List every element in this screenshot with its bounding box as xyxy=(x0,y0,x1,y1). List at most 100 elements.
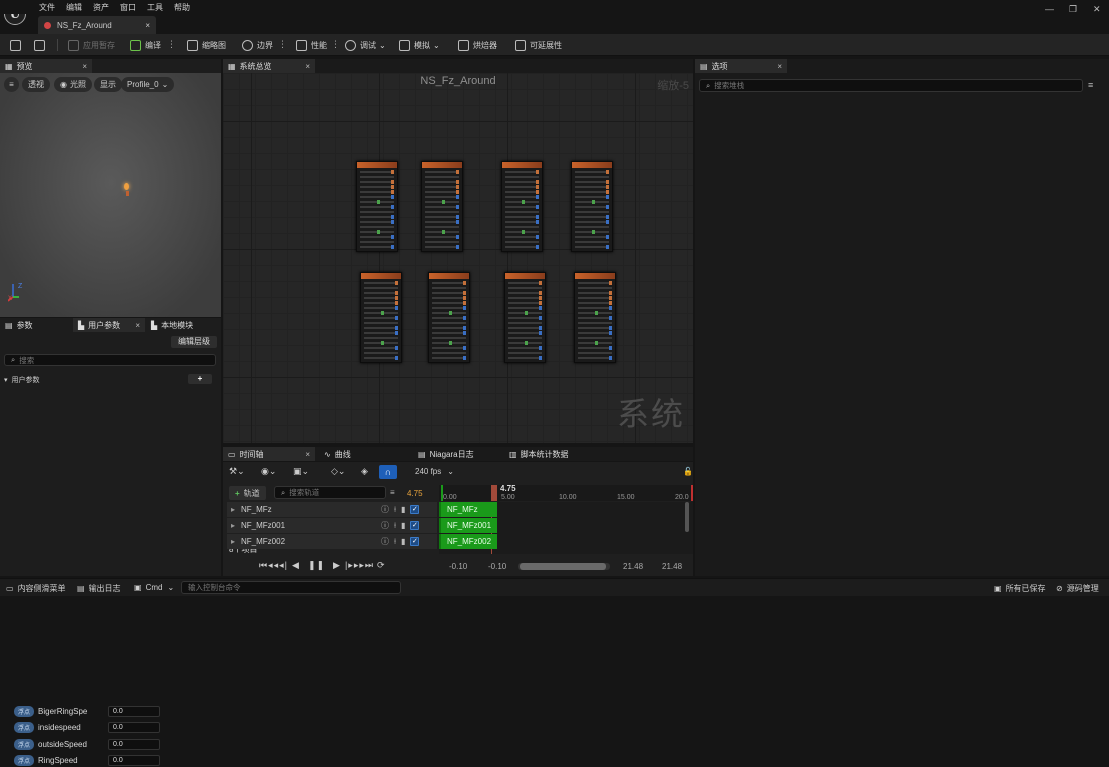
close-icon[interactable]: × xyxy=(82,62,87,71)
emitter-node[interactable] xyxy=(421,161,463,252)
emitter-module-row[interactable] xyxy=(575,251,609,252)
tab-timeline[interactable]: ▭ 时间轴 × xyxy=(223,447,315,461)
emitter-module-row[interactable] xyxy=(505,200,539,204)
emitter-module-row[interactable] xyxy=(360,180,394,184)
emitter-module-row[interactable] xyxy=(575,180,609,184)
step-forward-icon[interactable]: |▸ xyxy=(345,560,354,571)
menu-help[interactable]: 帮助 xyxy=(174,2,190,13)
emitter-module-row[interactable] xyxy=(360,226,394,228)
emitter-module-row[interactable] xyxy=(364,296,398,300)
emitter-module-row[interactable] xyxy=(575,220,609,224)
emitter-module-row[interactable] xyxy=(364,337,398,339)
track-enabled-checkbox[interactable]: ✓ xyxy=(410,521,420,530)
loop-icon[interactable]: ⟳ xyxy=(377,560,386,571)
emitter-module-row[interactable] xyxy=(432,316,466,320)
emitter-module-row[interactable] xyxy=(432,331,466,335)
parameter-value-input[interactable]: 0.0 xyxy=(108,705,161,717)
emitter-module-row[interactable] xyxy=(432,337,466,339)
emitter-module-row[interactable] xyxy=(425,251,459,252)
menu-asset[interactable]: 资产 xyxy=(93,2,109,13)
emitter-node[interactable] xyxy=(571,161,613,252)
emitter-module-row[interactable] xyxy=(425,200,459,204)
profile-dropdown[interactable]: Profile_0 ⌄ xyxy=(121,77,175,92)
emitter-module-row[interactable] xyxy=(364,326,398,330)
cmd-dropdown[interactable]: ▣ Cmd ⌄ xyxy=(134,583,174,592)
emitter-clip[interactable]: NF_MFz002 xyxy=(439,534,497,549)
bounds-button[interactable]: 边界 xyxy=(242,38,273,52)
emitter-module-row[interactable] xyxy=(505,235,539,239)
params-search-input[interactable]: ⌕ 搜索 xyxy=(4,354,216,366)
emitter-module-row[interactable] xyxy=(508,311,542,315)
step-back-key-icon[interactable]: ◂◂ xyxy=(268,560,279,571)
info-icon[interactable]: ⓘ xyxy=(381,536,389,547)
emitter-module-row[interactable] xyxy=(425,245,459,249)
emitter-module-row[interactable] xyxy=(508,306,542,310)
emitter-module-row[interactable] xyxy=(505,185,539,189)
emitter-module-row[interactable] xyxy=(508,362,542,363)
emitter-module-row[interactable] xyxy=(432,296,466,300)
emitter-node[interactable] xyxy=(428,272,470,363)
emitter-module-row[interactable] xyxy=(364,352,398,354)
menu-edit[interactable]: 编辑 xyxy=(66,2,82,13)
performance-button[interactable]: 性能 xyxy=(296,38,327,52)
emitter-module-row[interactable] xyxy=(432,346,466,350)
emitter-module-row[interactable] xyxy=(360,200,394,204)
emitter-module-row[interactable] xyxy=(425,230,459,234)
emitter-module-row[interactable] xyxy=(425,176,459,178)
emitter-module-row[interactable] xyxy=(432,287,466,289)
emitter-module-row[interactable] xyxy=(578,337,612,339)
emitter-module-row[interactable] xyxy=(578,331,612,335)
emitter-module-row[interactable] xyxy=(578,311,612,315)
marker-button[interactable]: ◈ xyxy=(361,466,368,477)
emitter-module-row[interactable] xyxy=(505,190,539,194)
emitter-module-row[interactable] xyxy=(425,185,459,189)
menu-window[interactable]: 窗口 xyxy=(120,2,136,13)
chevron-right-icon[interactable]: ▸ xyxy=(231,505,235,514)
emitter-module-row[interactable] xyxy=(360,245,394,249)
emitter-module-row[interactable] xyxy=(508,341,542,345)
menu-file[interactable]: 文件 xyxy=(39,2,55,13)
tab-parameters[interactable]: ▤ 参数 xyxy=(0,318,72,332)
end-marker[interactable] xyxy=(691,485,693,501)
parameter-value-input[interactable]: 0.0 xyxy=(108,755,161,766)
emitter-module-row[interactable] xyxy=(432,311,466,315)
emitter-module-row[interactable] xyxy=(360,230,394,234)
playhead[interactable] xyxy=(491,485,497,501)
emitter-module-row[interactable] xyxy=(578,301,612,305)
system-overview-tab[interactable]: ▦ 系统总览 × xyxy=(223,59,315,73)
simulate-dropdown[interactable]: 模拟 ⌄ xyxy=(399,38,440,52)
tab-script-stats[interactable]: ▥ 脚本统计数据 xyxy=(504,447,604,461)
view-options[interactable]: ◉⌄ xyxy=(261,466,276,477)
emitter-module-row[interactable] xyxy=(505,195,539,199)
tab-user-parameters[interactable]: ▙ 用户参数 × xyxy=(73,318,145,332)
info-icon[interactable]: ⓘ xyxy=(381,520,389,531)
emitter-module-row[interactable] xyxy=(432,326,466,330)
emitter-module-row[interactable] xyxy=(360,170,394,174)
emitter-module-row[interactable] xyxy=(360,185,394,189)
save-button[interactable] xyxy=(10,38,25,52)
parameter-value-input[interactable]: 0.0 xyxy=(108,738,161,750)
emitter-module-row[interactable] xyxy=(425,180,459,184)
view-range-thumb[interactable] xyxy=(520,563,606,570)
emitter-module-row[interactable] xyxy=(425,235,459,239)
emitter-module-row[interactable] xyxy=(575,185,609,189)
track-scrollbar[interactable] xyxy=(685,502,689,532)
emitter-node[interactable] xyxy=(574,272,616,363)
emitter-node[interactable] xyxy=(504,272,546,363)
source-control-button[interactable]: ⊘ 源码管理 xyxy=(1056,583,1099,594)
emitter-module-row[interactable] xyxy=(505,215,539,219)
emitter-node[interactable] xyxy=(356,161,398,252)
emitter-module-row[interactable] xyxy=(360,241,394,243)
emitter-module-row[interactable] xyxy=(505,226,539,228)
parameter-value-input[interactable]: 0.0 xyxy=(108,722,161,733)
perspective-button[interactable]: 透视 xyxy=(22,77,50,92)
pin-icon[interactable]: ⍿ xyxy=(394,537,396,547)
emitter-node-header[interactable] xyxy=(429,273,469,279)
fps-dropdown[interactable]: 240 fps ⌄ xyxy=(415,467,454,476)
edit-hierarchy-button[interactable]: 编辑层级 xyxy=(171,336,217,348)
emitter-module-row[interactable] xyxy=(578,287,612,289)
play-icon[interactable]: ▶ xyxy=(333,560,341,571)
info-icon[interactable]: ⓘ xyxy=(381,504,389,515)
user-parameter-row[interactable]: 浮点 insidespeed 0.0 xyxy=(14,722,214,734)
emitter-module-row[interactable] xyxy=(360,195,394,199)
